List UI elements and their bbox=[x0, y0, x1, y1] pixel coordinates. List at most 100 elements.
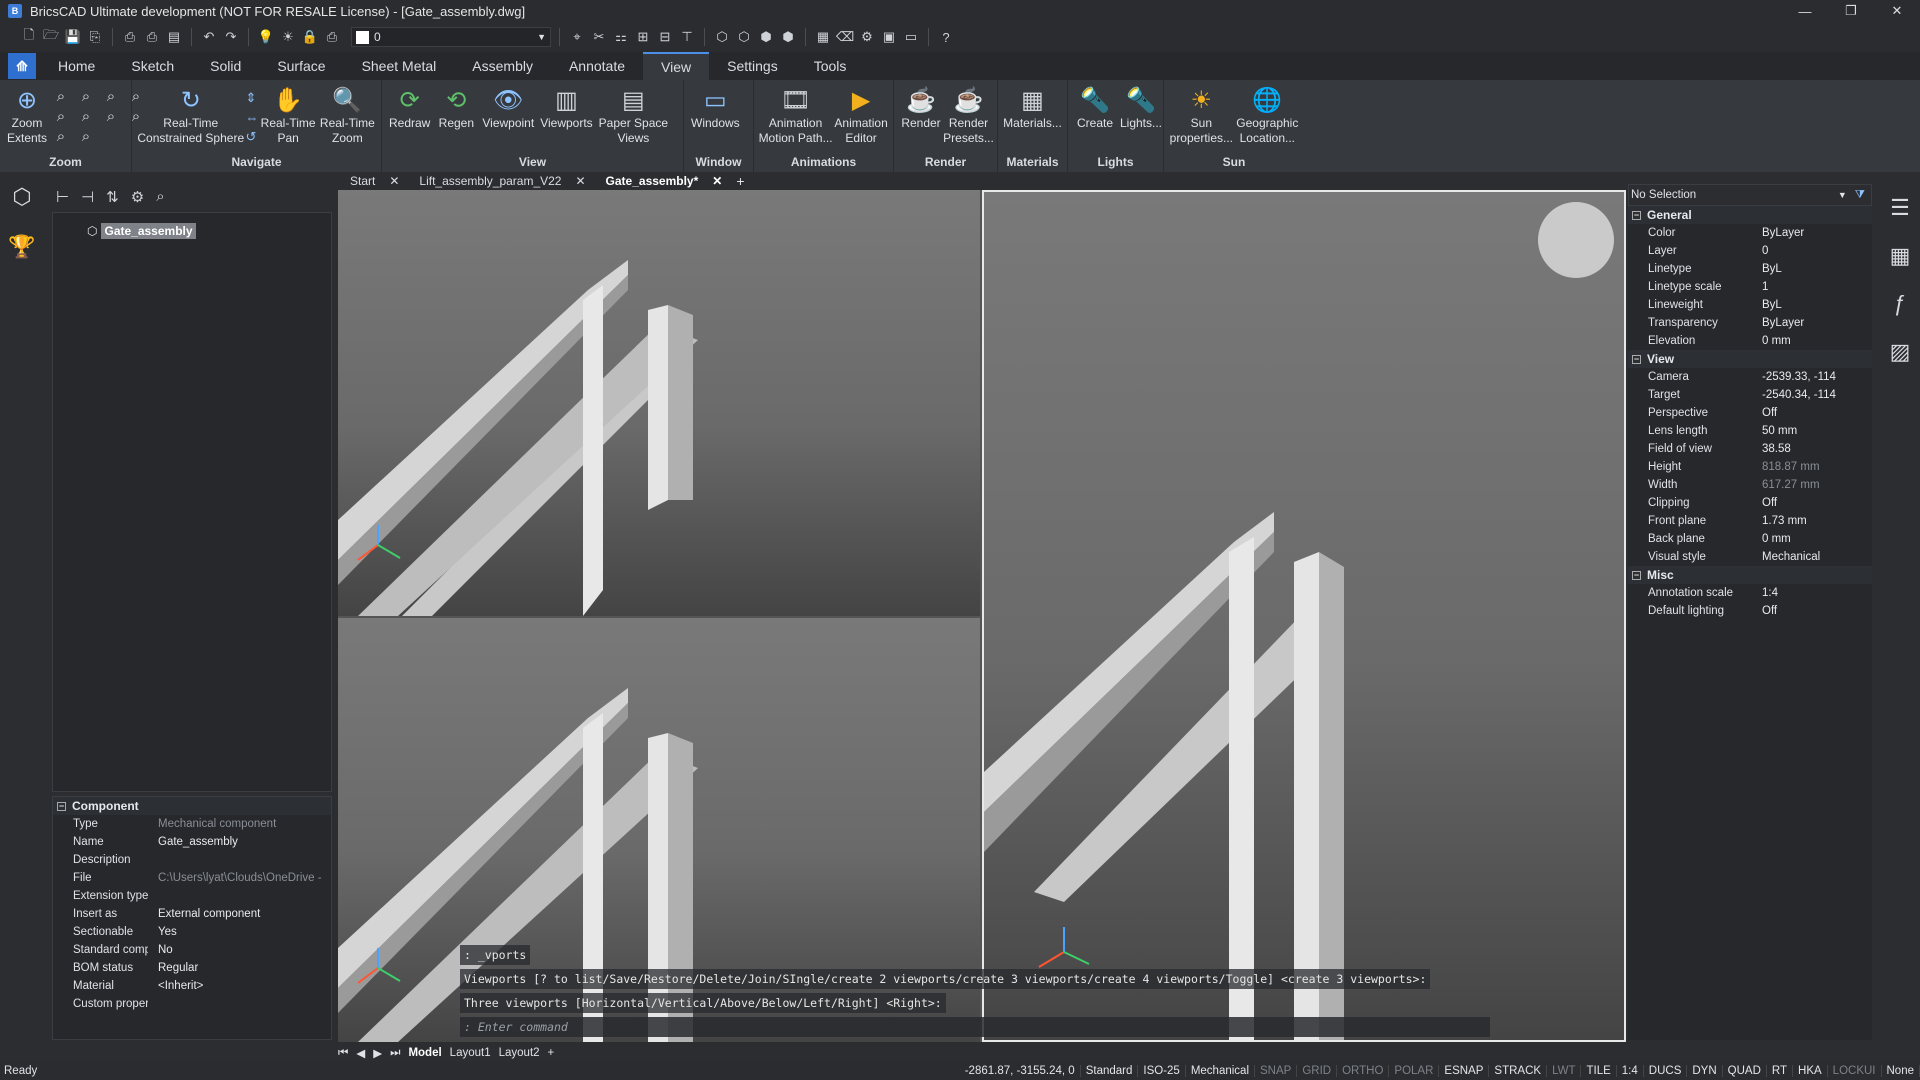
tab-assembly[interactable]: Assembly bbox=[454, 52, 551, 80]
status-toggle-ducs[interactable]: DUCS bbox=[1644, 1065, 1688, 1077]
component-property-row[interactable]: Description bbox=[53, 851, 331, 869]
component-property-row[interactable]: Material <Inherit> bbox=[53, 977, 331, 995]
paper-space-views-button[interactable]: ▤ Paper Space Views bbox=[599, 84, 668, 146]
zoom-window-icon[interactable]: ⌕ bbox=[100, 88, 122, 105]
status-toggle-ortho[interactable]: ORTHO bbox=[1337, 1065, 1390, 1077]
print-preview-icon[interactable]: ⎙ bbox=[121, 28, 139, 46]
status-toggle-snap[interactable]: SNAP bbox=[1255, 1065, 1298, 1077]
new-file-icon[interactable]: 🗋 bbox=[20, 27, 38, 46]
view-cube-3-icon[interactable]: ⬢ bbox=[757, 28, 775, 46]
property-row[interactable]: Lineweight ByL bbox=[1628, 296, 1872, 314]
save-as-icon[interactable]: ⎘ bbox=[86, 28, 104, 46]
component-property-row[interactable]: Custom properties bbox=[53, 995, 331, 1013]
property-value[interactable]: Regular bbox=[148, 962, 331, 974]
redo-icon[interactable]: ↷ bbox=[222, 28, 240, 46]
redraw-button[interactable]: ⟳ Redraw bbox=[389, 84, 430, 131]
mechanical-browser-icon[interactable]: ⬡ bbox=[0, 172, 44, 222]
eraser-icon[interactable]: ⌫ bbox=[836, 28, 854, 46]
property-section-header[interactable]: − General bbox=[1628, 206, 1872, 224]
property-value[interactable]: ByLayer bbox=[1752, 227, 1872, 239]
property-row[interactable]: Camera -2539.33, -114 bbox=[1628, 368, 1872, 386]
status-toggle-quad[interactable]: QUAD bbox=[1723, 1065, 1767, 1077]
zoom-in-icon[interactable]: ⌕ bbox=[50, 88, 72, 105]
property-section-header[interactable]: − View bbox=[1628, 350, 1872, 368]
property-row[interactable]: Clipping Off bbox=[1628, 494, 1872, 512]
doc-tab-gate-assembly[interactable]: Gate_assembly* ✕ bbox=[596, 172, 733, 190]
settings-gear-icon[interactable]: ⚙ bbox=[858, 28, 876, 46]
property-row[interactable]: Default lighting Off bbox=[1628, 602, 1872, 620]
first-layout-icon[interactable]: ⏮ bbox=[338, 1047, 348, 1060]
layout-tab-model[interactable]: Model bbox=[408, 1047, 441, 1059]
status-toggle-lwt[interactable]: LWT bbox=[1547, 1065, 1582, 1077]
close-tab-icon[interactable]: ✕ bbox=[575, 174, 585, 188]
application-menu-button[interactable]: ⟰ bbox=[8, 53, 36, 79]
prev-layout-icon[interactable]: ◀ bbox=[356, 1046, 365, 1060]
snap-tool-icon[interactable]: ⌖ bbox=[568, 28, 586, 46]
status-toggle-grid[interactable]: GRID bbox=[1297, 1065, 1338, 1077]
property-value[interactable]: -2539.33, -114 bbox=[1752, 371, 1872, 383]
property-value[interactable]: 818.87 mm bbox=[1752, 461, 1872, 473]
close-tab-icon[interactable]: ✕ bbox=[712, 174, 722, 188]
tree-collapse-icon[interactable]: ⊣ bbox=[81, 188, 94, 212]
selection-dropdown[interactable]: No Selection ▼ ⧩ bbox=[1628, 184, 1872, 206]
zoom-out-icon[interactable]: ⌕ bbox=[75, 88, 97, 105]
close-button[interactable]: ✕ bbox=[1874, 0, 1920, 22]
property-value[interactable]: <Inherit> bbox=[148, 980, 331, 992]
status-toggle-strack[interactable]: STRACK bbox=[1489, 1065, 1548, 1077]
regen-button[interactable]: ⟲ Regen bbox=[436, 84, 476, 131]
property-row[interactable]: Layer 0 bbox=[1628, 242, 1872, 260]
tab-sheet-metal[interactable]: Sheet Metal bbox=[344, 52, 455, 80]
viewport-right-active[interactable] bbox=[982, 190, 1626, 1042]
status-toggle-tile[interactable]: TILE bbox=[1581, 1065, 1617, 1077]
property-value[interactable]: 0 bbox=[1752, 245, 1872, 257]
properties-panel-icon[interactable]: ☰ bbox=[1880, 184, 1920, 232]
tab-surface[interactable]: Surface bbox=[259, 52, 343, 80]
real-time-pan-button[interactable]: ✋ Real-Time Pan bbox=[261, 84, 316, 146]
property-row[interactable]: Annotation scale 1:4 bbox=[1628, 584, 1872, 602]
property-value[interactable]: 0 mm bbox=[1752, 533, 1872, 545]
materials-button[interactable]: ▦ Materials... bbox=[1003, 84, 1062, 131]
undo-icon[interactable]: ↶ bbox=[200, 28, 218, 46]
property-section-header[interactable]: − Misc bbox=[1628, 566, 1872, 584]
property-row[interactable]: Back plane 0 mm bbox=[1628, 530, 1872, 548]
property-row[interactable]: Front plane 1.73 mm bbox=[1628, 512, 1872, 530]
block-tool-icon[interactable]: ⊞ bbox=[634, 28, 652, 46]
find-icon[interactable]: ⌕ bbox=[156, 188, 164, 212]
property-value[interactable]: C:\Users\lyat\Clouds\OneDrive - bbox=[148, 872, 331, 884]
save-icon[interactable]: 💾 bbox=[64, 28, 82, 46]
lightbulb-icon[interactable]: 💡 bbox=[257, 28, 275, 46]
property-value[interactable]: Off bbox=[1752, 497, 1872, 509]
trim-tool-icon[interactable]: ✂ bbox=[590, 28, 608, 46]
help-icon[interactable]: ? bbox=[937, 28, 955, 46]
constrained-sphere-button[interactable]: ↻ Real-Time Constrained Sphere bbox=[137, 84, 244, 146]
tree-structure-icon[interactable]: ⊢ bbox=[56, 188, 69, 212]
property-row[interactable]: Height 818.87 mm bbox=[1628, 458, 1872, 476]
next-layout-icon[interactable]: ▶ bbox=[373, 1046, 382, 1060]
doc-tab-lift-assembly[interactable]: Lift_assembly_param_V22 ✕ bbox=[409, 172, 595, 190]
component-property-row[interactable]: Name Gate_assembly bbox=[53, 833, 331, 851]
tab-solid[interactable]: Solid bbox=[192, 52, 259, 80]
property-row[interactable]: Target -2540.34, -114 bbox=[1628, 386, 1872, 404]
property-value[interactable]: 1 bbox=[1752, 281, 1872, 293]
zoom-left-icon[interactable]: ⌕ bbox=[75, 128, 97, 145]
property-value[interactable]: No bbox=[148, 944, 331, 956]
layout-tab-layout1[interactable]: Layout1 bbox=[450, 1047, 491, 1059]
property-value[interactable]: 0 mm bbox=[1752, 335, 1872, 347]
zoom-center-icon[interactable]: ⌕ bbox=[75, 108, 97, 125]
filter-icon[interactable]: ⧩ bbox=[1855, 189, 1865, 202]
status-toggle-rt[interactable]: RT bbox=[1767, 1065, 1794, 1077]
component-property-row[interactable]: File C:\Users\lyat\Clouds\OneDrive - bbox=[53, 869, 331, 887]
component-property-row[interactable]: Sectionable Yes bbox=[53, 923, 331, 941]
function-icon[interactable]: ƒ bbox=[1880, 280, 1920, 328]
status-toggle-iso25[interactable]: ISO-25 bbox=[1138, 1065, 1186, 1077]
property-row[interactable]: Perspective Off bbox=[1628, 404, 1872, 422]
status-toggle-mechanical[interactable]: Mechanical bbox=[1186, 1065, 1255, 1077]
property-row[interactable]: Lens length 50 mm bbox=[1628, 422, 1872, 440]
property-row[interactable]: Linetype scale 1 bbox=[1628, 278, 1872, 296]
last-layout-icon[interactable]: ⏭ bbox=[390, 1047, 400, 1060]
property-value[interactable]: Yes bbox=[148, 926, 331, 938]
doc-tab-start[interactable]: Start ✕ bbox=[340, 172, 409, 190]
animation-editor-button[interactable]: ▶ Animation Editor bbox=[834, 84, 887, 146]
viewports-button[interactable]: ▥ Viewports bbox=[540, 84, 592, 131]
zoom-dynamic-icon[interactable]: ⌕ bbox=[100, 108, 122, 125]
